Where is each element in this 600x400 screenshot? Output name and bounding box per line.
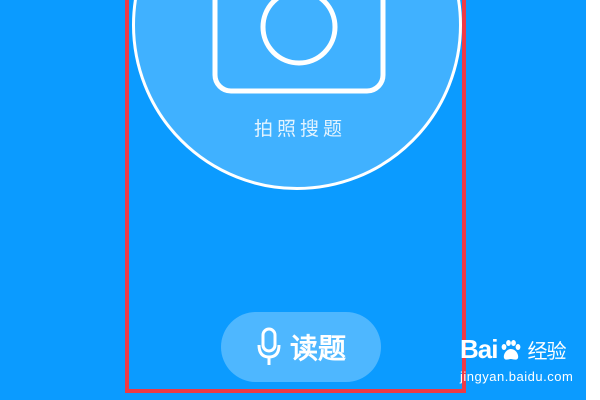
watermark-brand-left: Bai: [460, 334, 498, 364]
watermark-brand-right: 经验: [527, 341, 566, 363]
read-question-label: 读题: [289, 332, 346, 365]
read-question-button[interactable]: 读题: [221, 312, 381, 382]
camera-icon: [212, 0, 386, 94]
baidu-jingyan-watermark: Bai 经验 jingyan.baidu.com: [460, 334, 594, 394]
stage: 拍照搜题 读题 Bai 经验 jingyan.baidu.com: [0, 0, 600, 400]
watermark-brand: Bai 经验: [460, 334, 594, 365]
baidu-paw-icon: [502, 339, 521, 360]
watermark-url: jingyan.baidu.com: [460, 369, 574, 384]
photo-search-label: 拍照搜题: [253, 118, 346, 140]
microphone-icon: [257, 327, 281, 365]
